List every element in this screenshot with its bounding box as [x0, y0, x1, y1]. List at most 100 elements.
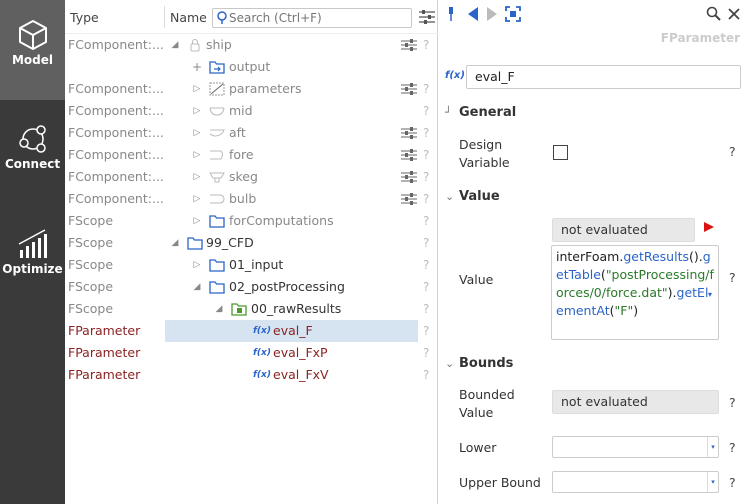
search-input[interactable]	[229, 10, 409, 26]
tree-row-02-postprocessing[interactable]: FScope ◢ 02_postProcessing ?	[65, 276, 438, 298]
evaluate-play-icon[interactable]	[704, 222, 714, 232]
row-name: 99_CFD	[206, 235, 254, 250]
expand-view-icon[interactable]	[505, 6, 521, 22]
row-type: FComponent:...	[68, 191, 163, 206]
search-box[interactable]	[212, 8, 412, 28]
help-icon[interactable]: ?	[423, 298, 429, 320]
column-name-header[interactable]: Name	[170, 10, 207, 25]
cube-icon	[18, 20, 47, 50]
sliders-icon[interactable]	[401, 39, 417, 51]
expand-arrow-icon[interactable]: ▷	[191, 144, 203, 166]
sliders-icon[interactable]	[401, 193, 417, 205]
parameter-curve-icon	[209, 82, 225, 96]
expr-text: )	[633, 303, 639, 318]
tree-row-forcomputations[interactable]: FScope ▷ forComputations ?	[65, 210, 438, 232]
section-general-label: General	[459, 105, 517, 120]
help-icon[interactable]: ?	[423, 364, 429, 386]
help-icon[interactable]: ?	[423, 78, 429, 100]
help-icon[interactable]: ?	[423, 254, 429, 276]
row-type: FScope	[68, 257, 114, 272]
search-icon[interactable]	[706, 6, 722, 22]
pin-icon[interactable]	[446, 6, 456, 22]
close-icon[interactable]	[728, 6, 740, 22]
upper-bound-label: Upper Bound	[459, 475, 541, 490]
section-bounds-header[interactable]: ⌄ Bounds	[445, 356, 513, 371]
search-icon	[217, 11, 227, 24]
expand-plus-icon[interactable]: +	[191, 56, 203, 78]
nav-connect[interactable]: Connect	[0, 105, 65, 205]
collapsed-corner-icon: ┘	[445, 106, 452, 119]
help-icon[interactable]: ?	[423, 100, 429, 122]
help-icon[interactable]: ?	[729, 395, 736, 410]
help-icon[interactable]: ?	[729, 144, 736, 159]
dropdown-arrow-icon[interactable]: ▾	[707, 437, 718, 457]
tree-row-skeg[interactable]: FComponent:... ▷ skeg ?	[65, 166, 438, 188]
expand-arrow-icon[interactable]: ▷	[191, 188, 203, 210]
help-icon[interactable]: ?	[423, 232, 429, 254]
value-expression-field[interactable]: interFoam.getResults().getTable("postPro…	[551, 245, 719, 340]
skeg-icon	[209, 172, 225, 183]
column-divider[interactable]	[164, 6, 165, 28]
tree-row-01-input[interactable]: FScope ▷ 01_input ?	[65, 254, 438, 276]
sliders-icon[interactable]	[401, 171, 417, 183]
column-type-header[interactable]: Type	[70, 10, 99, 25]
chevron-down-icon: ⌄	[445, 190, 455, 203]
tree-row-output[interactable]: + output	[65, 56, 438, 78]
nav-model[interactable]: Model	[0, 0, 65, 100]
expand-arrow-icon[interactable]: ▷	[191, 78, 203, 100]
tree-row-fore[interactable]: FComponent:... ▷ fore ?	[65, 144, 438, 166]
tree-row-eval-f[interactable]: FParameter f(x) eval_F ?	[65, 320, 438, 342]
collapse-arrow-icon[interactable]: ◢	[191, 276, 203, 298]
expand-arrow-icon[interactable]: ▷	[191, 122, 203, 144]
help-icon[interactable]: ?	[729, 270, 736, 285]
help-icon[interactable]: ?	[423, 188, 429, 210]
collapse-arrow-icon[interactable]: ◢	[169, 232, 181, 254]
row-name: skeg	[229, 169, 258, 184]
expand-arrow-icon[interactable]: ▷	[191, 210, 203, 232]
help-icon[interactable]: ?	[423, 166, 429, 188]
help-icon[interactable]: ?	[423, 34, 429, 56]
help-icon[interactable]: ?	[423, 276, 429, 298]
row-name: forComputations	[229, 213, 334, 228]
help-icon[interactable]: ?	[729, 475, 736, 490]
help-icon[interactable]: ?	[423, 144, 429, 166]
collapse-arrow-icon[interactable]: ◢	[169, 34, 181, 56]
design-variable-checkbox[interactable]	[553, 145, 568, 160]
section-general-header[interactable]: ┘ General	[445, 105, 516, 120]
expand-arrow-icon[interactable]: ▷	[191, 166, 203, 188]
tree-row-mid[interactable]: FComponent:... ▷ mid ?	[65, 100, 438, 122]
back-arrow-icon[interactable]	[467, 6, 479, 22]
tree-row-00-rawresults[interactable]: FScope ◢ 00_rawResults ?	[65, 298, 438, 320]
name-field[interactable]: eval_F	[466, 65, 741, 89]
help-icon[interactable]: ?	[423, 320, 429, 342]
collapse-arrow-icon[interactable]: ◢	[213, 298, 225, 320]
help-icon[interactable]: ?	[423, 342, 429, 364]
nav-connect-label: Connect	[4, 157, 61, 171]
upper-bound-input[interactable]: ▾	[552, 471, 719, 493]
nav-optimize[interactable]: Optimize	[0, 210, 65, 310]
tree-row-parameters[interactable]: FComponent:... ▷ parameters ?	[65, 78, 438, 100]
help-icon[interactable]: ?	[423, 122, 429, 144]
expand-arrow-icon[interactable]: ▷	[191, 100, 203, 122]
sliders-icon[interactable]	[401, 83, 417, 95]
forward-arrow-icon[interactable]	[486, 6, 498, 22]
expression-dropdown-icon[interactable]: ▾	[708, 290, 712, 299]
help-icon[interactable]: ?	[729, 440, 736, 455]
expr-text: ).	[667, 285, 677, 300]
sliders-icon[interactable]	[401, 127, 417, 139]
tree-row-bulb[interactable]: FComponent:... ▷ bulb ?	[65, 188, 438, 210]
dropdown-arrow-icon[interactable]: ▾	[707, 472, 718, 492]
folder-icon	[209, 215, 225, 228]
tree-row-99-cfd[interactable]: FScope ◢ 99_CFD ?	[65, 232, 438, 254]
expand-arrow-icon[interactable]: ▷	[191, 254, 203, 276]
tree-row-ship[interactable]: FComponent:... ◢ ship ?	[65, 34, 438, 56]
panel-title: FParameter	[660, 31, 740, 45]
lower-bound-input[interactable]: ▾	[552, 436, 719, 458]
tree-row-aft[interactable]: FComponent:... ▷ aft ?	[65, 122, 438, 144]
sliders-icon[interactable]	[401, 149, 417, 161]
tree-row-eval-fxv[interactable]: FParameter f(x) eval_FxV ?	[65, 364, 438, 386]
section-value-header[interactable]: ⌄ Value	[445, 189, 500, 204]
tree-row-eval-fxp[interactable]: FParameter f(x) eval_FxP ?	[65, 342, 438, 364]
filter-sliders-icon[interactable]	[419, 10, 435, 24]
help-icon[interactable]: ?	[423, 210, 429, 232]
